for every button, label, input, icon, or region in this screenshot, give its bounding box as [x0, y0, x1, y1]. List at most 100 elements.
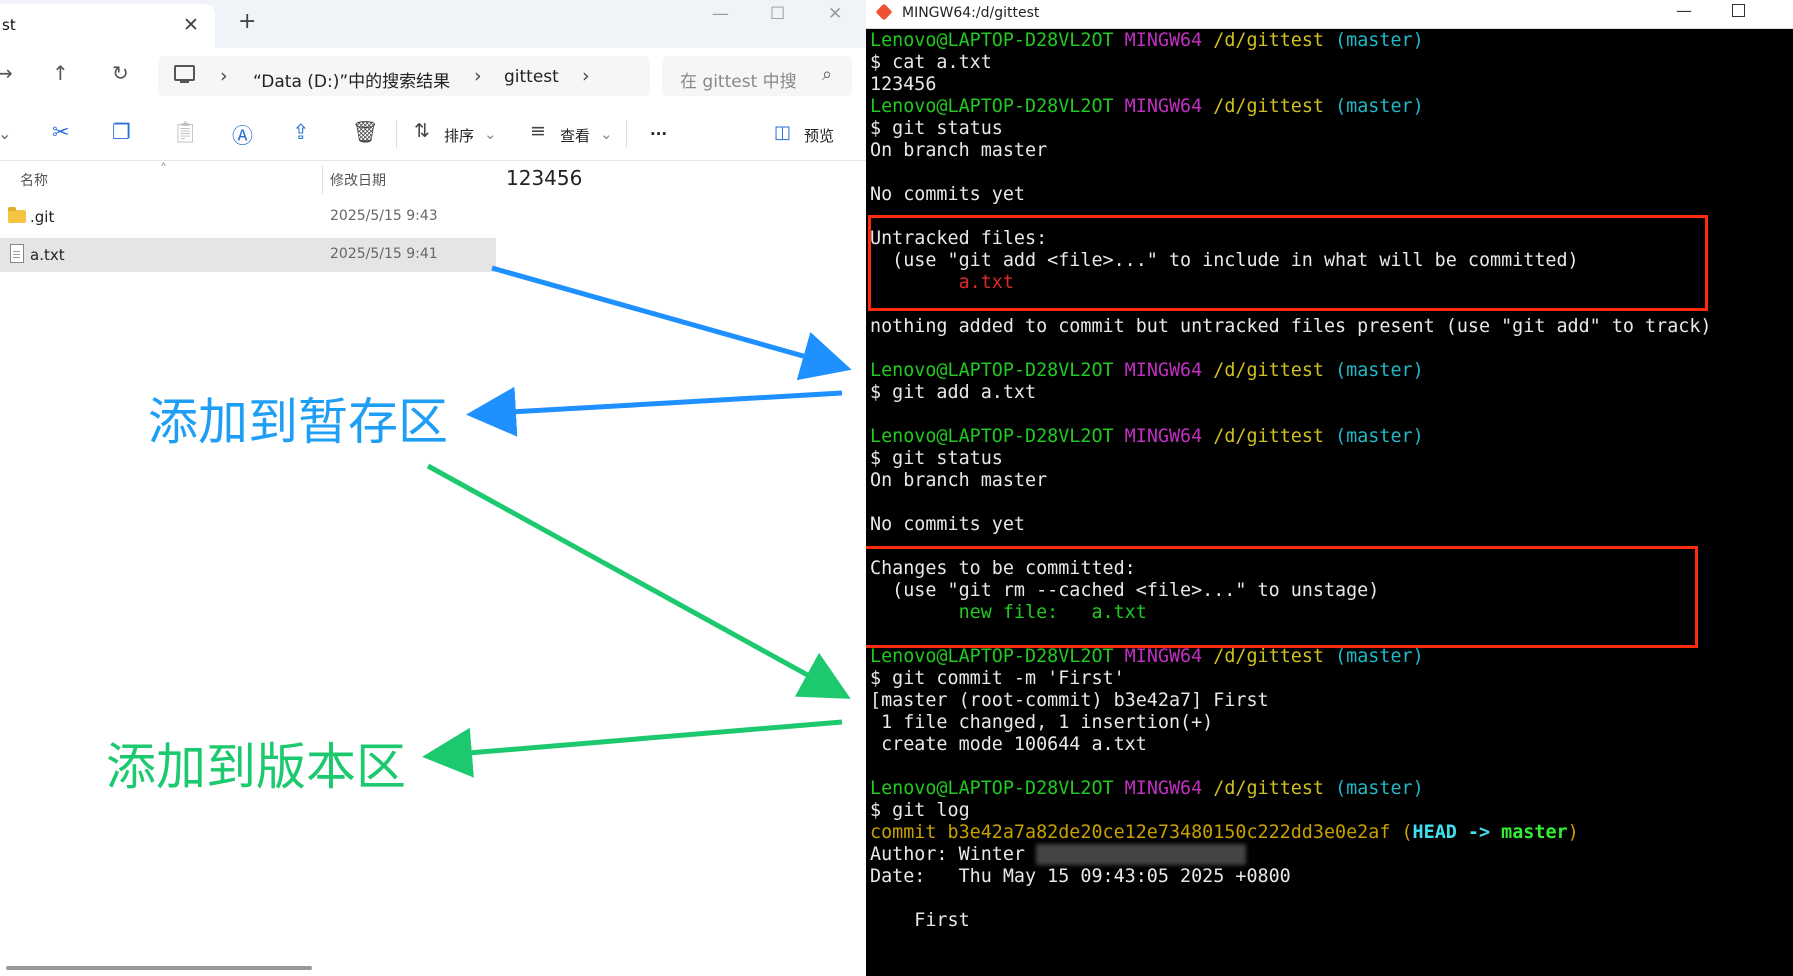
prompt-line: Lenovo@LAPTOP-D28VL2OT MINGW64 /d/gittes…	[870, 646, 1711, 668]
view-icon[interactable]: ≡	[530, 120, 546, 142]
tab-bar: st ✕ + — ☐ ✕	[0, 0, 866, 48]
terminal-output: Lenovo@LAPTOP-D28VL2OT MINGW64 /d/gittes…	[870, 30, 1711, 932]
chevron-right-icon: ›	[474, 65, 482, 87]
paren-close: )	[1567, 822, 1579, 843]
command-line: $ git log	[870, 800, 970, 821]
prompt-user: Lenovo@LAPTOP-D28VL2OT	[870, 96, 1114, 117]
prompt-line: Lenovo@LAPTOP-D28VL2OT MINGW64 /d/gittes…	[870, 30, 1711, 52]
file-name: a.txt	[30, 246, 65, 264]
cut-icon[interactable]: ✂	[52, 120, 70, 144]
annotation-repository-label: 添加到版本区	[106, 738, 406, 796]
minimize-icon[interactable]: —	[1676, 1, 1692, 20]
up-arrow-icon[interactable]: ↑	[52, 61, 69, 85]
output-line: On branch master	[870, 470, 1048, 491]
breadcrumb-search-results[interactable]: “Data (D:)”中的搜索结果	[253, 67, 450, 92]
prompt-user: Lenovo@LAPTOP-D28VL2OT	[870, 426, 1114, 447]
prompt-env: MINGW64	[1124, 646, 1203, 667]
horizontal-scrollbar[interactable]	[6, 966, 312, 970]
preview-button[interactable]: 预览	[804, 125, 834, 146]
prompt-line: Lenovo@LAPTOP-D28VL2OT MINGW64 /d/gittes…	[870, 426, 1711, 448]
prompt-branch: (master)	[1335, 778, 1424, 799]
address-bar: → ↑ ↻ › “Data (D:)”中的搜索结果 › gittest › 在 …	[0, 48, 866, 104]
commit-line: commit b3e42a7a82de20ce12e73480150c222dd…	[870, 822, 1711, 844]
chevron-right-icon[interactable]: ›	[582, 65, 590, 87]
breadcrumb[interactable]: › “Data (D:)”中的搜索结果 › gittest ›	[158, 56, 650, 96]
list-item[interactable]: a.txt 2025/5/15 9:41	[0, 238, 496, 272]
toolbar-divider	[626, 120, 627, 148]
prompt-branch: (master)	[1335, 360, 1424, 381]
prompt-branch: (master)	[1335, 96, 1424, 117]
close-icon[interactable]: ✕	[183, 14, 199, 36]
output-line: nothing added to commit but untracked fi…	[870, 316, 1712, 337]
paste-icon[interactable]: 📋︎	[172, 120, 199, 145]
file-name: .git	[30, 208, 55, 226]
prompt-user: Lenovo@LAPTOP-D28VL2OT	[870, 646, 1114, 667]
prompt-path: /d/gittest	[1213, 646, 1324, 667]
rename-icon[interactable]: Ⓐ	[232, 120, 253, 150]
preview-pane-content: 123456	[506, 166, 583, 190]
tab-title: st	[2, 16, 16, 34]
highlight-untracked-box	[868, 215, 1708, 311]
output-line: No commits yet	[870, 514, 1026, 535]
file-date: 2025/5/15 9:43	[330, 208, 438, 224]
prompt-user: Lenovo@LAPTOP-D28VL2OT	[870, 30, 1114, 51]
prompt-line: Lenovo@LAPTOP-D28VL2OT MINGW64 /d/gittes…	[870, 778, 1711, 800]
terminal-title: MINGW64:/d/gittest	[902, 5, 1040, 21]
output-line: 1 file changed, 1 insertion(+)	[870, 712, 1214, 733]
list-item[interactable]: .git 2025/5/15 9:43	[0, 200, 496, 234]
sort-button[interactable]: 排序	[444, 125, 474, 146]
column-name[interactable]: 名称	[20, 170, 48, 190]
sort-caret-icon: ˄	[160, 162, 167, 178]
forward-arrow-icon[interactable]: →	[0, 61, 13, 85]
prompt-path: /d/gittest	[1213, 426, 1324, 447]
prompt-env: MINGW64	[1124, 426, 1203, 447]
prompt-user: Lenovo@LAPTOP-D28VL2OT	[870, 778, 1114, 799]
minimize-icon[interactable]: —	[712, 4, 729, 24]
column-date[interactable]: 修改日期	[330, 170, 386, 190]
command-line: $ git add a.txt	[870, 382, 1037, 403]
file-date: 2025/5/15 9:41	[330, 246, 438, 262]
breadcrumb-gittest[interactable]: gittest	[504, 67, 559, 87]
chevron-down-icon: ⌄	[484, 125, 497, 143]
new-tab-button[interactable]: +	[238, 9, 256, 34]
master-ref: master	[1501, 822, 1568, 843]
terminal-window[interactable]: MINGW64:/d/gittest — Lenovo@LAPTOP-D28VL…	[866, 0, 1793, 976]
maximize-icon[interactable]	[1732, 4, 1745, 17]
maximize-icon[interactable]: ☐	[770, 4, 785, 24]
sort-icon[interactable]: ⇅	[414, 120, 430, 142]
prompt-line: Lenovo@LAPTOP-D28VL2OT MINGW64 /d/gittes…	[870, 360, 1711, 382]
file-explorer-window: st ✕ + — ☐ ✕ → ↑ ↻ › “Data (D:)”中的搜索结果 ›…	[0, 0, 866, 976]
copy-icon[interactable]: ❐	[112, 120, 131, 144]
more-options-button[interactable]: ···	[650, 125, 667, 143]
explorer-tab[interactable]: st ✕	[0, 4, 215, 48]
prompt-path: /d/gittest	[1213, 778, 1324, 799]
prompt-env: MINGW64	[1124, 778, 1203, 799]
refresh-icon[interactable]: ↻	[112, 61, 129, 85]
search-input[interactable]: 在 gittest 中搜 ⌕	[662, 56, 852, 96]
toolbar-divider	[396, 120, 397, 148]
command-line: $ cat a.txt	[870, 52, 992, 73]
preview-pane-icon[interactable]: ◫	[774, 122, 791, 143]
chevron-down-icon: ⌄	[600, 125, 613, 143]
folder-icon	[8, 207, 26, 223]
delete-icon[interactable]: 🗑︎	[352, 120, 379, 145]
prompt-env: MINGW64	[1124, 30, 1203, 51]
chevron-down-icon[interactable]: ⌄	[0, 124, 11, 143]
paren-open: (	[1401, 822, 1413, 843]
commit-message-line: First	[870, 910, 970, 931]
head-ref: HEAD	[1412, 822, 1457, 843]
prompt-branch: (master)	[1335, 426, 1424, 447]
ref-arrow: ->	[1467, 822, 1491, 843]
close-window-icon[interactable]: ✕	[828, 4, 842, 24]
prompt-user: Lenovo@LAPTOP-D28VL2OT	[870, 360, 1114, 381]
prompt-branch: (master)	[1335, 646, 1424, 667]
share-icon[interactable]: ⇪	[292, 120, 310, 144]
view-button[interactable]: 查看	[560, 125, 590, 146]
command-line: $ git commit -m 'First'	[870, 668, 1125, 689]
redacted-email: xxxxxxxxxxxxxxxxxxx	[1036, 844, 1247, 865]
column-separator[interactable]	[322, 166, 323, 194]
prompt-branch: (master)	[1335, 30, 1424, 51]
